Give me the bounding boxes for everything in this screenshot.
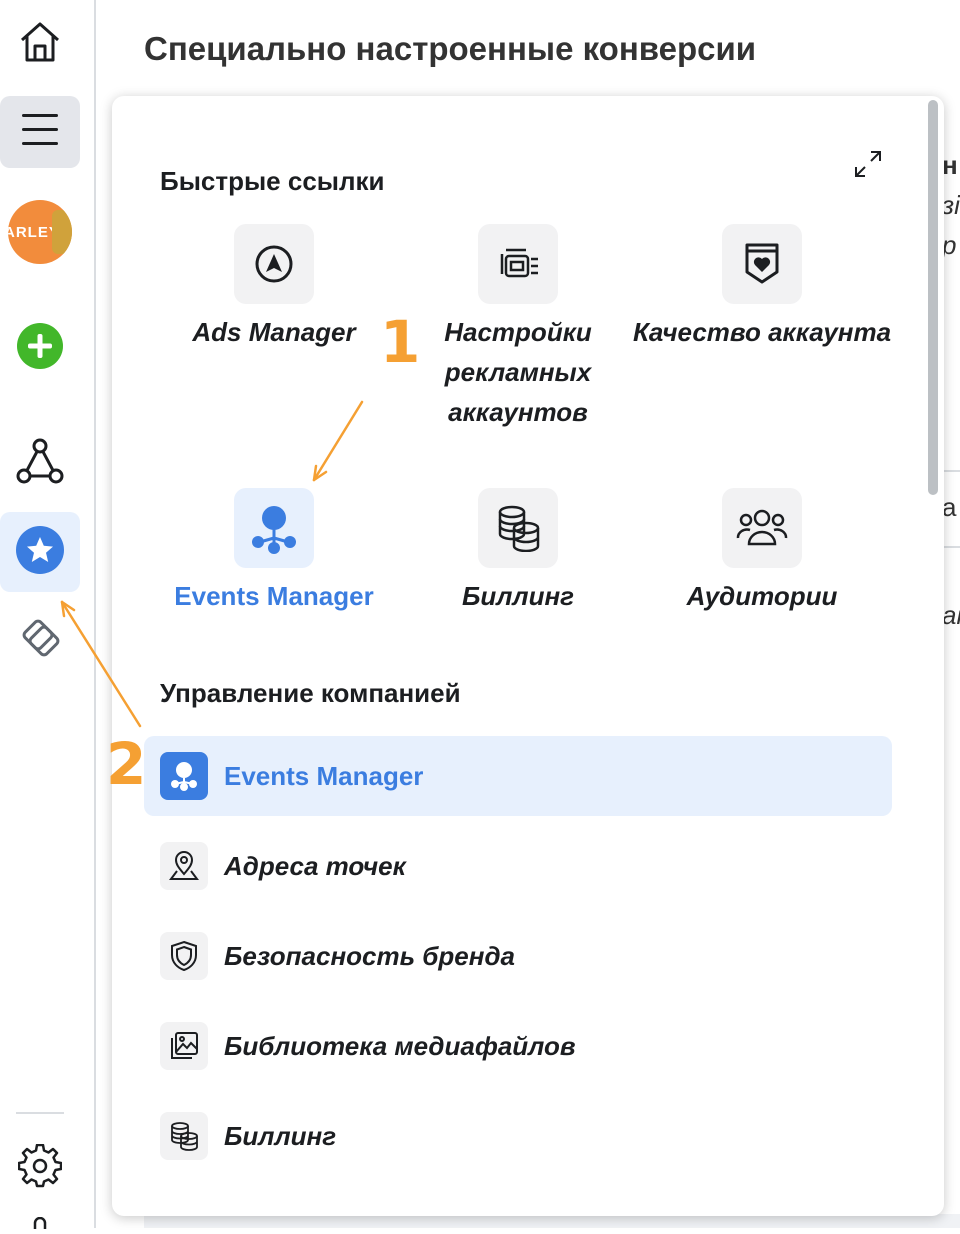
- home-button[interactable]: [0, 8, 80, 80]
- avatar-image-detail: [52, 210, 72, 254]
- background-footer: [144, 1214, 960, 1228]
- shield-heart-icon: [722, 224, 802, 304]
- list-item-label: Биллинг: [224, 1120, 337, 1151]
- panel-scrollbar[interactable]: [928, 100, 938, 495]
- coins-stack-icon: [478, 488, 558, 568]
- account-avatar[interactable]: ARLEY: [8, 200, 72, 264]
- add-icon: [16, 322, 64, 375]
- media-library-icon: [160, 1022, 208, 1070]
- rail-divider: [16, 1112, 64, 1114]
- expand-button[interactable]: [852, 148, 884, 180]
- list-item-events-manager[interactable]: Events Manager: [144, 736, 892, 816]
- list-item-media-library[interactable]: Библиотека медиафайлов: [144, 1006, 892, 1086]
- list-item-label: Безопасность бренда: [224, 940, 515, 971]
- events-manager-icon: [234, 488, 314, 568]
- shield-icon: [160, 932, 208, 980]
- list-item-label: Events Manager: [224, 760, 424, 791]
- annotation-step-2: 2: [106, 730, 147, 798]
- audience-icon: [722, 488, 802, 568]
- quick-link-label: Ads Manager: [192, 317, 356, 347]
- background-text-fragment: р: [942, 230, 957, 260]
- business-management-title: Управление компанией: [160, 678, 461, 708]
- handshake-icon: [18, 618, 62, 663]
- list-item-brand-safety[interactable]: Безопасность бренда: [144, 916, 892, 996]
- list-item-partial[interactable]: [144, 1186, 892, 1216]
- partners-button[interactable]: [0, 604, 80, 676]
- left-navigation-rail: ARLEY: [0, 0, 96, 1229]
- annotation-step-1: 1: [380, 308, 421, 376]
- quick-link-label: Биллинг: [461, 581, 575, 611]
- menu-button[interactable]: [0, 96, 80, 168]
- gear-icon: [17, 1143, 63, 1193]
- page-title: Специально настроенные конверсии: [144, 30, 757, 67]
- background-text-fragment: а: [942, 492, 957, 522]
- background-text-fragment: ак: [942, 600, 960, 630]
- quick-link-label: Events Manager: [174, 581, 374, 611]
- list-item-label: Библиотека медиафайлов: [224, 1030, 576, 1061]
- background-divider: [944, 470, 960, 472]
- events-manager-icon: [160, 752, 208, 800]
- expand-icon: [852, 151, 884, 184]
- menu-icon: [20, 112, 60, 153]
- location-pin-icon: [160, 842, 208, 890]
- quick-link-label: Аудитории: [686, 581, 838, 611]
- coins-stack-icon: [160, 1112, 208, 1160]
- background-divider: [944, 546, 960, 548]
- all-tools-flyout: Быстрые ссылки Ads Manager Настройки рек…: [112, 96, 944, 1216]
- integrations-button[interactable]: [0, 428, 80, 500]
- list-item-billing[interactable]: Биллинг: [144, 1096, 892, 1176]
- list-item-label: Адреса точек: [224, 850, 406, 881]
- lock-icon: [30, 1216, 50, 1229]
- quick-link-label: Настройки рекламных аккаунтов: [444, 317, 592, 427]
- background-text-fragment: зі: [942, 190, 960, 220]
- quick-links-title: Быстрые ссылки: [160, 166, 385, 196]
- home-icon: [16, 18, 64, 71]
- list-item-locations[interactable]: Адреса точек: [144, 826, 892, 906]
- all-tools-button[interactable]: [0, 512, 80, 592]
- create-button[interactable]: [0, 312, 80, 384]
- background-text-fragment: н: [942, 150, 958, 180]
- triangle-nodes-icon: [16, 438, 64, 491]
- settings-button[interactable]: [0, 1132, 80, 1204]
- navigation-arrow-icon: [234, 224, 314, 304]
- quick-link-label: Качество аккаунта: [632, 317, 892, 347]
- ad-settings-icon: [478, 224, 558, 304]
- star-icon: [16, 525, 64, 579]
